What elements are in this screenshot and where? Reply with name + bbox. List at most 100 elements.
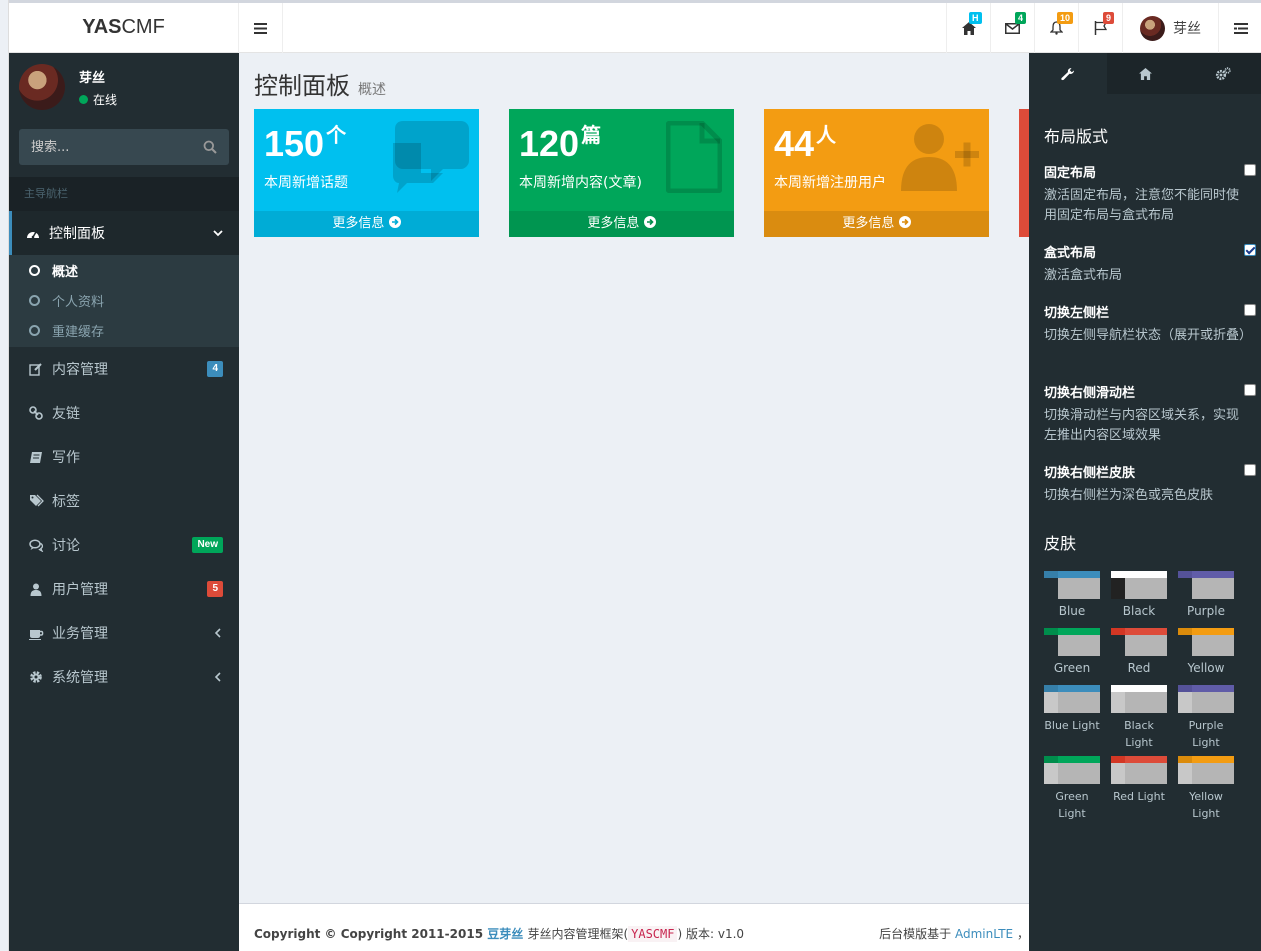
messages-nav-button[interactable]: 4: [990, 3, 1034, 53]
sidebar-item-system[interactable]: 系统管理: [9, 655, 239, 699]
notifications-badge: 10: [1057, 12, 1074, 24]
skin-blue-light[interactable]: Blue Light: [1044, 685, 1100, 742]
page-subtitle: 概述: [358, 82, 386, 98]
control-sidebar: 布局版式 固定布局 激活固定布局，注意您不能同时使用固定布局与盒式布局 盒式布局…: [1029, 53, 1261, 951]
envelope-icon: [1005, 22, 1020, 34]
tab-home[interactable]: [1107, 53, 1185, 94]
stat-box-topics: 150 个 本周新增话题 更多信息: [254, 109, 479, 237]
search-input[interactable]: [19, 129, 189, 165]
right-sidebar-skin-checkbox[interactable]: [1244, 464, 1256, 476]
sidebar-item-links[interactable]: 友链: [9, 391, 239, 435]
book-icon: [30, 451, 42, 463]
header-user-name: 芽丝: [1173, 21, 1201, 37]
user-plus-icon: [901, 124, 979, 191]
adminlte-link[interactable]: AdminLTE: [955, 927, 1013, 941]
sidebar-item-content[interactable]: 内容管理 4: [9, 347, 239, 391]
option-fixed-layout: 固定布局 激活固定布局，注意您不能同时使用固定布局与盒式布局: [1044, 162, 1256, 226]
home-icon: [1139, 67, 1152, 80]
skins-grid: Blue Black Purple Green Red Yellow Blue …: [1044, 571, 1244, 827]
option-toggle-left-sidebar: 切换左侧栏 切换左侧导航栏状态（展开或折叠）: [1044, 302, 1256, 346]
submenu-item-profile[interactable]: 个人资料: [9, 285, 239, 315]
option-toggle-right-slide: 切换右侧滑动栏 切换滑动栏与内容区域关系，实现左推出内容区域效果: [1044, 382, 1256, 446]
fixed-layout-checkbox[interactable]: [1244, 164, 1256, 176]
skin-yellow[interactable]: Yellow: [1178, 628, 1234, 685]
control-sidebar-toggle[interactable]: [1218, 3, 1261, 53]
main-header: YASCMF H 4 10 9 芽丝: [9, 0, 1261, 53]
sidebar-toggle-button[interactable]: [239, 3, 283, 53]
page-title: 控制面板 概述: [254, 72, 386, 100]
toggle-left-sidebar-checkbox[interactable]: [1244, 304, 1256, 316]
toggle-right-slide-checkbox[interactable]: [1244, 384, 1256, 396]
user-icon: [30, 583, 42, 596]
skin-green[interactable]: Green: [1044, 628, 1100, 685]
option-right-sidebar-skin: 切换右侧栏皮肤 切换右侧栏为深色或亮色皮肤: [1044, 462, 1256, 506]
stat-box-articles: 120 篇 本周新增内容(文章) 更多信息: [509, 109, 734, 237]
user-panel: 芽丝 在线: [9, 53, 239, 123]
footer-code: YASCMF: [628, 926, 678, 942]
logo[interactable]: YASCMF: [9, 3, 239, 53]
comments-icon: [28, 538, 43, 552]
more-info-link[interactable]: 更多信息: [254, 211, 479, 237]
submenu-item-overview[interactable]: 概述: [9, 255, 239, 285]
tab-layout[interactable]: [1029, 53, 1107, 94]
sidebar-item-users[interactable]: 用户管理 5: [9, 567, 239, 611]
link-icon: [29, 406, 43, 420]
dashboard-icon: [27, 231, 39, 239]
sidebar-item-write[interactable]: 写作: [9, 435, 239, 479]
navbar-right: H 4 10 9 芽丝: [946, 3, 1261, 53]
sidebar-item-discussion[interactable]: 讨论 New: [9, 523, 239, 567]
user-status: 在线: [79, 91, 117, 108]
cog-icon: [30, 671, 42, 683]
circle-icon: [29, 294, 40, 306]
arrow-circle-right-icon: [388, 216, 401, 228]
avatar: [19, 64, 65, 110]
boxed-layout-checkbox[interactable]: [1244, 244, 1256, 256]
home-badge: H: [969, 12, 982, 24]
skin-black-light[interactable]: Black Light: [1111, 685, 1167, 749]
chevron-down-icon: [213, 230, 223, 237]
brand-link[interactable]: 豆芽丝: [487, 927, 523, 941]
tab-settings[interactable]: [1184, 53, 1261, 94]
option-boxed-layout: 盒式布局 激活盒式布局: [1044, 242, 1256, 286]
sidebar-item-business[interactable]: 业务管理: [9, 611, 239, 655]
skin-red[interactable]: Red: [1111, 628, 1167, 685]
arrow-circle-right-icon: [643, 216, 656, 228]
tasks-nav-button[interactable]: 9: [1078, 3, 1122, 53]
stat-box-users: 44 人 本周新增注册用户 更多信息: [764, 109, 989, 237]
menu-icon: [254, 22, 267, 34]
skin-blue[interactable]: Blue: [1044, 571, 1100, 628]
footer-credit: 后台模版基于 AdminLTE ，: [879, 927, 1029, 941]
sidebar-item-tags[interactable]: 标签: [9, 479, 239, 523]
main-footer: Copyright © Copyright 2011-2015 豆芽丝 芽丝内容…: [239, 903, 1029, 951]
arrow-circle-right-icon: [898, 216, 911, 228]
more-info-link[interactable]: 更多信息: [764, 211, 989, 237]
sidebar-item-dashboard[interactable]: 控制面板: [9, 211, 239, 255]
stat-box-partial: [1019, 109, 1029, 237]
home-nav-button[interactable]: H: [946, 3, 990, 53]
skin-green-light[interactable]: Green Light: [1044, 756, 1100, 827]
stat-label: 本周新增话题: [264, 175, 348, 191]
users-count-badge: 5: [207, 581, 223, 597]
submenu-item-rebuild-cache[interactable]: 重建缓存: [9, 315, 239, 345]
sidebar-search: [19, 129, 229, 165]
messages-badge: 4: [1015, 12, 1027, 24]
circle-icon: [29, 324, 40, 336]
user-menu[interactable]: 芽丝: [1122, 3, 1218, 53]
skin-yellow-light[interactable]: Yellow Light: [1178, 756, 1234, 827]
skin-red-light[interactable]: Red Light: [1111, 756, 1167, 827]
layout-heading: 布局版式: [1044, 127, 1109, 146]
main-sidebar: 芽丝 在线 主导航栏 控制面板 概述 个人资料 重建缓存 内容管理 4: [9, 53, 239, 951]
notifications-nav-button[interactable]: 10: [1034, 3, 1078, 53]
search-icon[interactable]: [203, 140, 217, 154]
file-icon: [666, 121, 722, 193]
more-info-link[interactable]: 更多信息: [509, 211, 734, 237]
skins-heading: 皮肤: [1044, 534, 1077, 553]
tasks-list-icon: [1233, 22, 1248, 34]
skin-black[interactable]: Black: [1111, 571, 1167, 628]
skin-purple[interactable]: Purple: [1178, 571, 1234, 628]
tags-icon: [29, 494, 44, 507]
sidebar-user-name: 芽丝: [79, 71, 106, 86]
skin-purple-light[interactable]: Purple Light: [1178, 685, 1234, 756]
sidebar-section-header: 主导航栏: [9, 177, 239, 211]
footer-copyright: Copyright © Copyright 2011-2015 豆芽丝 芽丝内容…: [254, 926, 745, 942]
